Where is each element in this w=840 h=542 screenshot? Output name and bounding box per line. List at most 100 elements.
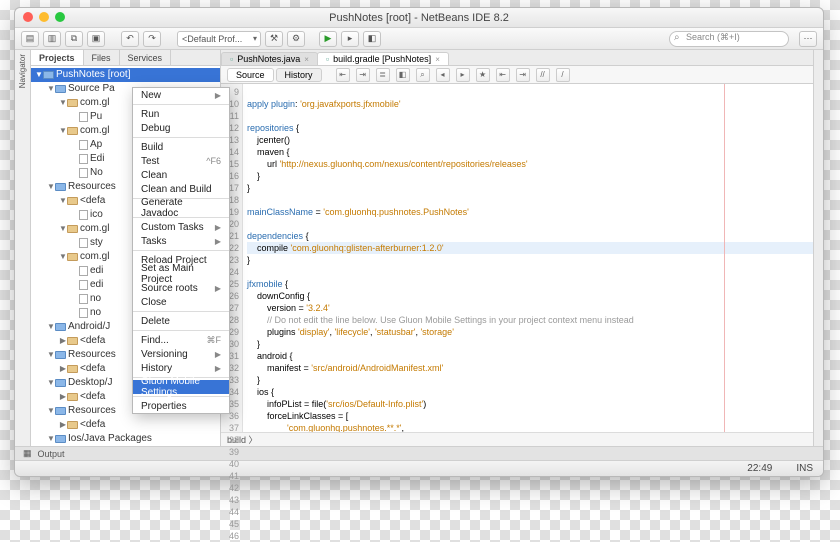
menu-item-debug[interactable]: Debug <box>133 121 229 135</box>
global-search[interactable]: Search (⌘+I) <box>669 31 789 47</box>
menu-item-generate-javadoc[interactable]: Generate Javadoc <box>133 201 229 215</box>
editor-tab[interactable]: ▫PushNotes.java× <box>221 52 318 65</box>
right-side-strip[interactable] <box>813 50 823 446</box>
menu-item-tasks[interactable]: Tasks▶ <box>133 234 229 248</box>
next-bookmark-icon[interactable]: ▸ <box>456 68 470 82</box>
panel-tab-projects[interactable]: Projects <box>31 50 84 65</box>
file-icon <box>79 210 88 220</box>
menu-item-clean[interactable]: Clean <box>133 168 229 182</box>
menu-item-close[interactable]: Close <box>133 295 229 309</box>
menu-item-find-[interactable]: Find...⌘F <box>133 333 229 347</box>
pkg-icon <box>67 365 78 373</box>
editor-tab[interactable]: ▫build.gradle [PushNotes]× <box>317 52 449 65</box>
titlebar[interactable]: PushNotes [root] - NetBeans IDE 8.2 <box>15 8 823 28</box>
file-icon <box>79 238 88 248</box>
project-context-menu[interactable]: New▶ RunDebug BuildTest^F6CleanClean and B… <box>132 87 230 414</box>
file-icon: ▫ <box>326 54 329 64</box>
file-icon <box>79 294 88 304</box>
bottom-pane-tabs: ▦ Output <box>15 446 823 460</box>
main-toolbar: ▤ ▥ ⧉ ▣ ↶ ↷ <Default Prof... ⚒ ⚙ ▶ ▸ ◧ S… <box>15 28 823 50</box>
output-tab-icon[interactable]: ▦ <box>23 448 32 459</box>
tree-item[interactable]: ▼Ios/Java Packages <box>31 432 220 446</box>
menu-item-clean-and-build[interactable]: Clean and Build <box>133 182 229 196</box>
editor-subtab-history[interactable]: History <box>276 68 322 82</box>
file-icon <box>79 168 88 178</box>
prev-bookmark-icon[interactable]: ◂ <box>436 68 450 82</box>
toggle-highlight-icon[interactable]: ◧ <box>396 68 410 82</box>
tree-item[interactable]: ▼PushNotes [root] <box>31 68 220 82</box>
fold-icon <box>43 71 54 79</box>
editor-toolbar-icons: ⇤ ⇥ ≣ ◧ ⌕ ◂ ▸ ★ ⇤ ⇥ // / <box>336 68 570 82</box>
editor-breadcrumb[interactable]: build 〉 <box>221 432 813 446</box>
tree-item[interactable]: ▶<defa <box>31 418 220 432</box>
pkg-icon <box>67 225 78 233</box>
pkg-icon <box>67 421 78 429</box>
close-tab-icon[interactable]: × <box>435 55 440 64</box>
menu-item-set-as-main-project[interactable]: Set as Main Project <box>133 267 229 281</box>
file-icon <box>79 308 88 318</box>
fold-icon <box>55 351 66 359</box>
insert-mode[interactable]: INS <box>796 463 813 474</box>
save-all-button[interactable]: ▣ <box>87 31 105 47</box>
menu-item-source-roots[interactable]: Source roots▶ <box>133 281 229 295</box>
panel-tabs: ProjectsFilesServices <box>31 50 220 66</box>
menu-item-gluon-mobile-settings[interactable]: Gluon Mobile Settings <box>133 380 229 394</box>
output-tab[interactable]: Output <box>38 449 65 459</box>
menu-item-properties[interactable]: Properties <box>133 399 229 413</box>
file-icon <box>79 112 88 122</box>
shift-left-icon[interactable]: ⇤ <box>496 68 510 82</box>
prev-edit-icon[interactable]: ⇤ <box>336 68 350 82</box>
close-icon[interactable] <box>23 12 33 22</box>
menu-item-test[interactable]: Test^F6 <box>133 154 229 168</box>
fold-icon <box>55 435 66 443</box>
editor-tabs: ▫PushNotes.java×▫build.gradle [PushNotes… <box>221 50 813 66</box>
menu-item-history[interactable]: History▶ <box>133 361 229 375</box>
menu-item-custom-tasks[interactable]: Custom Tasks▶ <box>133 220 229 234</box>
comment-icon[interactable]: // <box>536 68 550 82</box>
find-icon[interactable]: ⌕ <box>416 68 430 82</box>
panel-tab-services[interactable]: Services <box>120 50 172 65</box>
profile-button[interactable]: ◧ <box>363 31 381 47</box>
menu-item-versioning[interactable]: Versioning▶ <box>133 347 229 361</box>
fold-icon <box>55 407 66 415</box>
clean-build-button[interactable]: ⚙ <box>287 31 305 47</box>
menu-item-new[interactable]: New▶ <box>133 88 229 102</box>
debug-button[interactable]: ▸ <box>341 31 359 47</box>
pkg-icon <box>67 127 78 135</box>
build-button[interactable]: ⚒ <box>265 31 283 47</box>
code-editor[interactable]: 9101112131415161718192021222324252627282… <box>221 84 813 432</box>
uncomment-icon[interactable]: / <box>556 68 570 82</box>
pkg-icon <box>67 337 78 345</box>
shift-right-icon[interactable]: ⇥ <box>516 68 530 82</box>
menu-item-delete[interactable]: Delete <box>133 314 229 328</box>
menu-item-run[interactable]: Run <box>133 107 229 121</box>
diff-icon[interactable]: ≣ <box>376 68 390 82</box>
file-icon <box>79 140 88 150</box>
close-tab-icon[interactable]: × <box>304 55 309 64</box>
config-select[interactable]: <Default Prof... <box>177 31 261 47</box>
ide-window: PushNotes [root] - NetBeans IDE 8.2 ▤ ▥ … <box>14 7 824 477</box>
file-icon <box>79 280 88 290</box>
panel-tab-files[interactable]: Files <box>84 50 120 65</box>
fold-icon <box>55 85 66 93</box>
new-file-button[interactable]: ▤ <box>21 31 39 47</box>
search-settings-button[interactable]: ⋯ <box>799 31 817 47</box>
next-edit-icon[interactable]: ⇥ <box>356 68 370 82</box>
minimize-icon[interactable] <box>39 12 49 22</box>
toggle-bookmark-icon[interactable]: ★ <box>476 68 490 82</box>
open-button[interactable]: ⧉ <box>65 31 83 47</box>
zoom-icon[interactable] <box>55 12 65 22</box>
navigator-strip[interactable]: Navigator <box>15 50 31 446</box>
fold-icon <box>55 379 66 387</box>
code-text[interactable]: apply plugin: 'org.javafxports.jfxmobile… <box>243 84 813 432</box>
undo-button[interactable]: ↶ <box>121 31 139 47</box>
menu-item-build[interactable]: Build <box>133 140 229 154</box>
run-button[interactable]: ▶ <box>319 31 337 47</box>
editor-area: ▫PushNotes.java×▫build.gradle [PushNotes… <box>221 50 813 446</box>
window-title: PushNotes [root] - NetBeans IDE 8.2 <box>329 12 509 24</box>
cursor-position: 22:49 <box>747 463 772 474</box>
redo-button[interactable]: ↷ <box>143 31 161 47</box>
editor-subtab-source[interactable]: Source <box>227 68 274 82</box>
new-project-button[interactable]: ▥ <box>43 31 61 47</box>
statusbar: 22:49 INS <box>15 460 823 476</box>
